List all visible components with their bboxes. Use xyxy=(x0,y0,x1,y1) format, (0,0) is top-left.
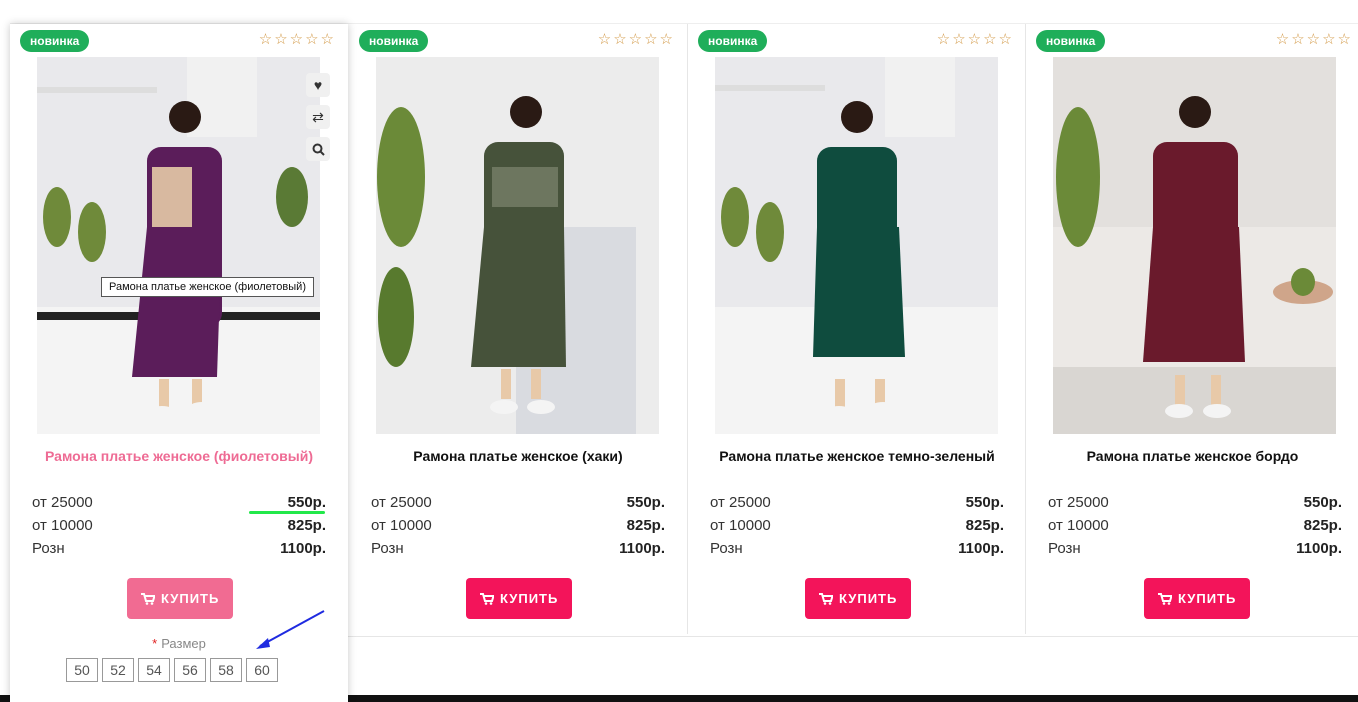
price-value: 825р. xyxy=(1303,516,1342,534)
new-badge: новинка xyxy=(359,30,429,52)
product-card[interactable]: новинка ☆☆☆☆☆ Рамона платье женское борд… xyxy=(1025,24,1358,634)
price-value: 825р. xyxy=(626,516,665,534)
price-row: Розн 1100р. xyxy=(32,537,326,559)
price-value: 1100р. xyxy=(1296,539,1342,557)
compare-icon[interactable]: ⇄ xyxy=(306,105,330,129)
cart-icon xyxy=(141,592,155,605)
price-value: 1100р. xyxy=(619,539,665,557)
price-row: от 25000 550р. xyxy=(710,491,1004,513)
size-label-text: Размер xyxy=(161,636,206,651)
price-row: от 10000 825р. xyxy=(710,514,1004,536)
size-option[interactable]: 56 xyxy=(174,658,206,682)
size-selector: 50 52 54 56 58 60 xyxy=(66,658,278,682)
cart-icon xyxy=(819,592,833,605)
price-row: Розн 1100р. xyxy=(371,537,665,559)
rating-stars[interactable]: ☆☆☆☆☆ xyxy=(598,30,675,48)
new-badge: новинка xyxy=(20,30,90,52)
price-row: от 25000 550р. xyxy=(1048,491,1342,513)
size-option[interactable]: 50 xyxy=(66,658,98,682)
product-title[interactable]: Рамона платье женское темно-зеленый xyxy=(688,448,1026,464)
price-tier-label: от 10000 xyxy=(371,516,432,534)
price-value: 550р. xyxy=(1303,493,1342,511)
new-badge: новинка xyxy=(1036,30,1106,52)
size-option[interactable]: 54 xyxy=(138,658,170,682)
price-value: 825р. xyxy=(287,516,326,534)
buy-label: КУПИТЬ xyxy=(839,591,898,606)
buy-button[interactable]: КУПИТЬ xyxy=(1144,578,1251,619)
product-image[interactable] xyxy=(376,57,659,434)
product-image[interactable] xyxy=(37,57,320,434)
search-icon[interactable] xyxy=(306,137,330,161)
buy-label: КУПИТЬ xyxy=(161,591,220,606)
product-title[interactable]: Рамона платье женское (хаки) xyxy=(349,448,687,464)
price-value: 825р. xyxy=(965,516,1004,534)
product-title[interactable]: Рамона платье женское бордо xyxy=(1026,448,1358,464)
price-row: от 10000 825р. xyxy=(1048,514,1342,536)
product-title[interactable]: Рамона платье женское (фиолетовый) xyxy=(10,448,348,464)
price-row: от 25000 550р. xyxy=(371,491,665,513)
price-value: 1100р. xyxy=(280,539,326,557)
size-option[interactable]: 58 xyxy=(210,658,242,682)
price-value: 550р. xyxy=(626,493,665,511)
buy-label: КУПИТЬ xyxy=(500,591,559,606)
rating-stars[interactable]: ☆☆☆☆☆ xyxy=(259,30,336,48)
price-tier-label: от 25000 xyxy=(32,493,93,511)
buy-button[interactable]: КУПИТЬ xyxy=(466,578,573,619)
price-value: 1100р. xyxy=(958,539,1004,557)
size-option[interactable]: 60 xyxy=(246,658,278,682)
product-image[interactable] xyxy=(715,57,998,434)
heart-icon[interactable]: ♥ xyxy=(306,73,330,97)
new-badge: новинка xyxy=(698,30,768,52)
card-actions: ♥ ⇄ xyxy=(306,73,330,169)
required-marker: * xyxy=(152,636,158,651)
price-tier-label: от 25000 xyxy=(710,493,771,511)
price-row: от 10000 825р. xyxy=(32,514,326,536)
price-row: Розн 1100р. xyxy=(710,537,1004,559)
price-tier-label: от 10000 xyxy=(710,516,771,534)
price-value: 550р. xyxy=(965,493,1004,511)
price-row: от 10000 825р. xyxy=(371,514,665,536)
annotation-arrow xyxy=(256,610,325,649)
product-image[interactable] xyxy=(1053,57,1336,434)
price-tier-label: Розн xyxy=(371,539,404,557)
price-tier-label: Розн xyxy=(1048,539,1081,557)
product-card[interactable]: новинка ☆☆☆☆☆ ♥ ⇄ Рамона платье женское … xyxy=(10,24,348,702)
price-value: 550р. xyxy=(287,493,326,511)
buy-button[interactable]: КУПИТЬ xyxy=(805,578,912,619)
size-option[interactable]: 52 xyxy=(102,658,134,682)
price-tier-label: от 25000 xyxy=(1048,493,1109,511)
price-tier-label: от 10000 xyxy=(32,516,93,534)
buy-label: КУПИТЬ xyxy=(1178,591,1237,606)
price-row: Розн 1100р. xyxy=(1048,537,1342,559)
price-tier-label: Розн xyxy=(710,539,743,557)
image-tooltip: Рамона платье женское (фиолетовый) xyxy=(101,277,314,297)
price-tier-label: от 25000 xyxy=(371,493,432,511)
highlight-underline xyxy=(249,511,325,514)
product-card[interactable]: новинка ☆☆☆☆☆ Рамона платье женское темн… xyxy=(687,24,1026,634)
rating-stars[interactable]: ☆☆☆☆☆ xyxy=(937,30,1014,48)
buy-button[interactable]: КУПИТЬ xyxy=(127,578,234,619)
product-card[interactable]: новинка ☆☆☆☆☆ Рамона платье женское (хак… xyxy=(349,24,687,634)
cart-icon xyxy=(1158,592,1172,605)
price-tier-label: Розн xyxy=(32,539,65,557)
price-row: от 25000 550р. xyxy=(32,491,326,513)
cart-icon xyxy=(480,592,494,605)
rating-stars[interactable]: ☆☆☆☆☆ xyxy=(1276,30,1353,48)
price-tier-label: от 10000 xyxy=(1048,516,1109,534)
